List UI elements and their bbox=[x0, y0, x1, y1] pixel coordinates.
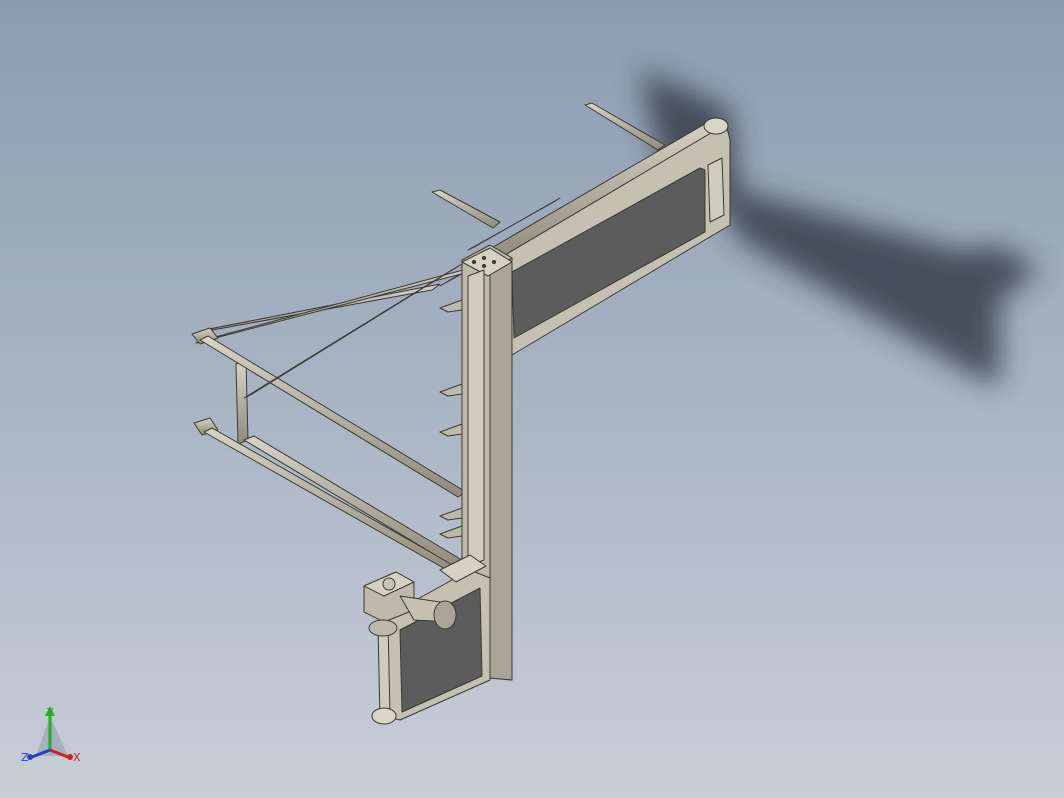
triad-y-label: Y bbox=[46, 706, 54, 719]
coordinate-triad: Y X Z bbox=[21, 706, 81, 764]
left-frame-legs bbox=[191, 263, 467, 575]
column-brackets bbox=[439, 299, 463, 539]
cad-viewport[interactable]: Y X Z bbox=[0, 0, 1064, 798]
triad-x-label: X bbox=[73, 751, 81, 764]
conveyor-assembly-model[interactable] bbox=[191, 102, 731, 725]
triad-z-label: Z bbox=[21, 751, 29, 764]
upper-conveyor bbox=[487, 117, 731, 356]
